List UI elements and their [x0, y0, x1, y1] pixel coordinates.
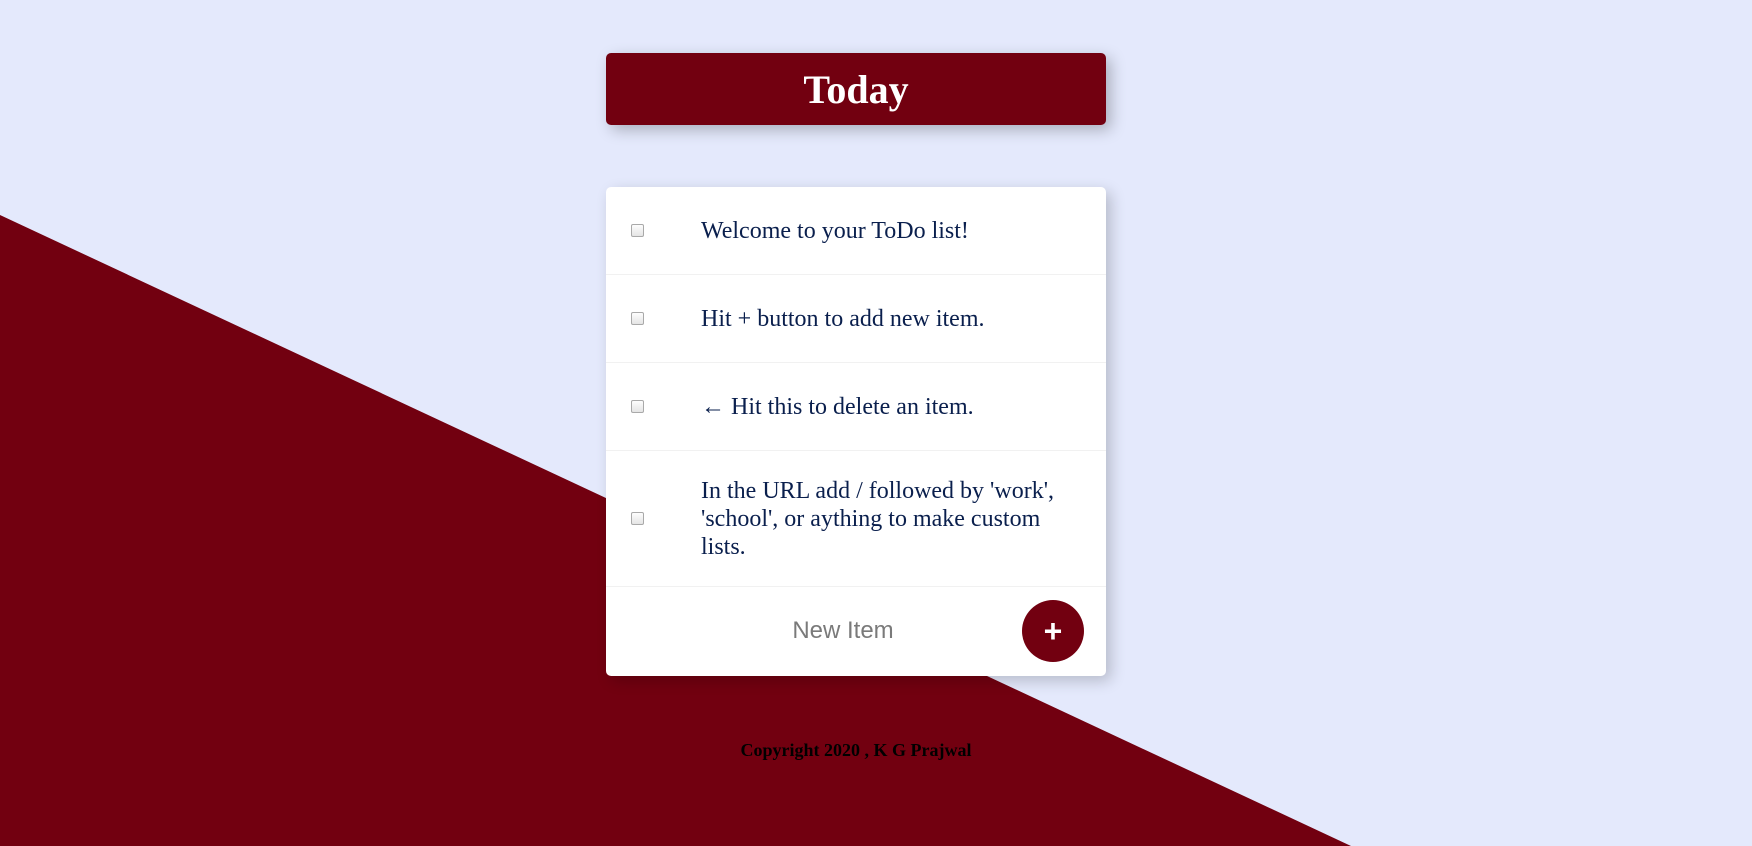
list-item: In the URL add / followed by 'work', 'sc…	[606, 451, 1106, 587]
item-checkbox[interactable]	[631, 224, 644, 237]
copyright-text: Copyright 2020 , K G Prajwal	[740, 740, 972, 760]
list-item: Hit + button to add new item.	[606, 275, 1106, 363]
footer-copyright: Copyright 2020 , K G Prajwal	[0, 740, 1712, 761]
item-text: Welcome to your ToDo list!	[701, 217, 969, 244]
item-text: In the URL add / followed by 'work', 'sc…	[701, 477, 1055, 560]
new-item-form: +	[606, 587, 1106, 675]
item-text: Hit + button to add new item.	[701, 305, 985, 332]
list-item: Welcome to your ToDo list!	[606, 187, 1106, 275]
item-checkbox[interactable]	[631, 512, 644, 525]
new-item-input[interactable]	[696, 610, 990, 652]
list-title: Today	[803, 66, 909, 112]
list-item: ← Hit this to delete an item.	[606, 363, 1106, 451]
todo-list-card: Welcome to your ToDo list! Hit + button …	[606, 187, 1106, 676]
item-text: ← Hit this to delete an item.	[701, 393, 974, 420]
plus-icon: +	[1043, 613, 1063, 649]
item-checkbox[interactable]	[631, 400, 644, 413]
add-item-button[interactable]: +	[1022, 600, 1084, 662]
list-heading-box: Today	[606, 53, 1106, 125]
item-checkbox[interactable]	[631, 312, 644, 325]
